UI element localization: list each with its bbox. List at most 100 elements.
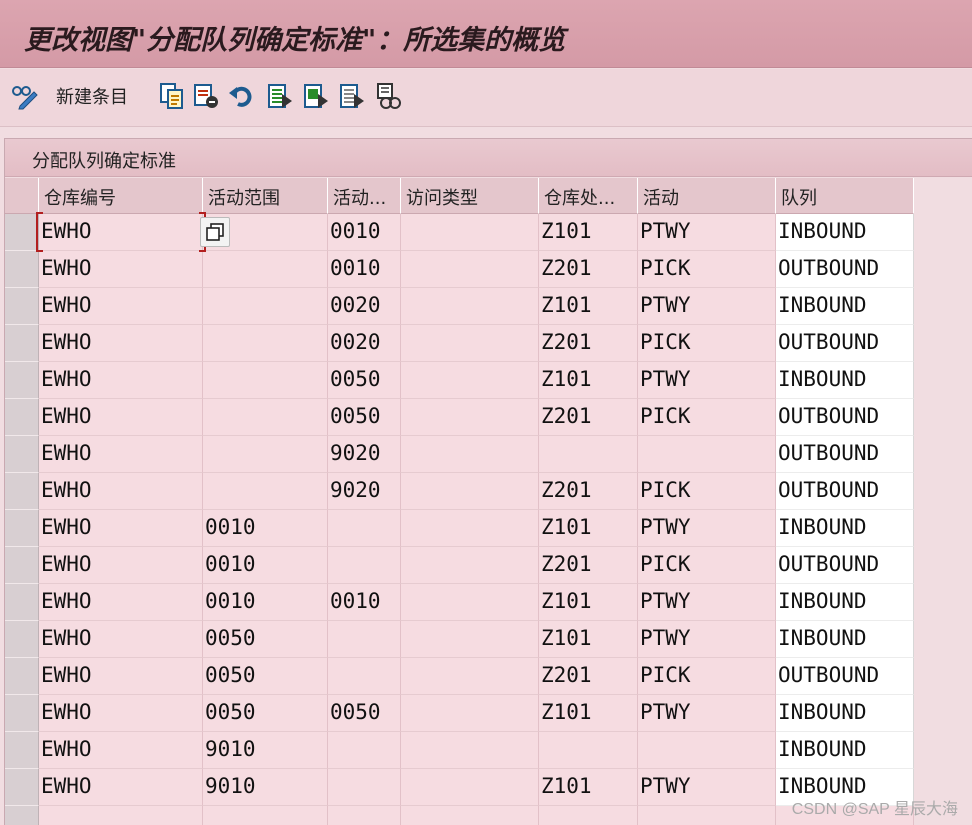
table-cell[interactable]: [401, 695, 539, 732]
table-cell[interactable]: [401, 621, 539, 658]
table-cell[interactable]: 0010: [328, 584, 401, 621]
row-selector[interactable]: [5, 325, 39, 362]
column-header[interactable]: 活动...: [328, 178, 401, 214]
table-cell[interactable]: EWHO: [39, 658, 203, 695]
table-cell[interactable]: [401, 584, 539, 621]
row-selector[interactable]: [5, 584, 39, 621]
table-cell[interactable]: 0010: [203, 547, 328, 584]
table-cell[interactable]: Z201: [539, 547, 638, 584]
table-cell[interactable]: [539, 806, 638, 825]
table-cell[interactable]: Z201: [539, 473, 638, 510]
table-cell[interactable]: EWHO: [39, 621, 203, 658]
table-cell[interactable]: [328, 806, 401, 825]
table-cell[interactable]: INBOUND: [776, 362, 914, 399]
table-cell[interactable]: Z101: [539, 584, 638, 621]
new-entries-button[interactable]: 新建条目: [56, 81, 128, 111]
table-cell[interactable]: EWHO: [39, 399, 203, 436]
table-cell[interactable]: PICK: [638, 547, 776, 584]
row-selector[interactable]: [5, 769, 39, 806]
table-cell[interactable]: PICK: [638, 399, 776, 436]
table-cell[interactable]: INBOUND: [776, 621, 914, 658]
table-cell[interactable]: [328, 621, 401, 658]
table-cell[interactable]: 0010: [203, 584, 328, 621]
select-all-rows-corner[interactable]: [5, 178, 39, 214]
copy-as-button[interactable]: [158, 81, 186, 111]
deselect-all-button[interactable]: [338, 81, 366, 111]
table-cell[interactable]: [328, 769, 401, 806]
table-cell[interactable]: [328, 510, 401, 547]
table-cell[interactable]: PICK: [638, 325, 776, 362]
table-cell[interactable]: [401, 769, 539, 806]
table-cell[interactable]: EWHO: [39, 362, 203, 399]
table-cell[interactable]: [203, 473, 328, 510]
table-cell[interactable]: INBOUND: [776, 732, 914, 769]
table-cell[interactable]: [401, 288, 539, 325]
table-cell[interactable]: 0050: [328, 399, 401, 436]
table-cell[interactable]: [39, 806, 203, 825]
select-all-button[interactable]: [266, 81, 294, 111]
table-cell[interactable]: 9020: [328, 473, 401, 510]
table-cell[interactable]: PICK: [638, 251, 776, 288]
table-cell[interactable]: [401, 214, 539, 251]
table-cell[interactable]: Z201: [539, 251, 638, 288]
table-cell[interactable]: 0010: [203, 510, 328, 547]
table-cell[interactable]: OUTBOUND: [776, 399, 914, 436]
table-cell[interactable]: 0050: [203, 621, 328, 658]
table-cell[interactable]: 0020: [328, 288, 401, 325]
table-cell[interactable]: [328, 732, 401, 769]
table-cell[interactable]: INBOUND: [776, 695, 914, 732]
table-cell[interactable]: [539, 436, 638, 473]
table-cell[interactable]: [539, 732, 638, 769]
row-selector[interactable]: [5, 399, 39, 436]
table-cell[interactable]: Z101: [539, 214, 638, 251]
table-cell[interactable]: INBOUND: [776, 584, 914, 621]
table-cell[interactable]: PTWY: [638, 695, 776, 732]
table-cell[interactable]: Z101: [539, 362, 638, 399]
column-header[interactable]: 访问类型: [401, 178, 539, 214]
table-cell[interactable]: [401, 473, 539, 510]
table-cell[interactable]: Z201: [539, 658, 638, 695]
table-cell[interactable]: [328, 658, 401, 695]
row-selector[interactable]: [5, 695, 39, 732]
table-cell[interactable]: PTWY: [638, 510, 776, 547]
row-selector[interactable]: [5, 436, 39, 473]
table-cell[interactable]: EWHO: [39, 436, 203, 473]
table-cell[interactable]: [203, 399, 328, 436]
column-header[interactable]: 活动范围: [203, 178, 328, 214]
table-cell[interactable]: EWHO: [39, 325, 203, 362]
table-cell[interactable]: [401, 510, 539, 547]
table-cell[interactable]: 0050: [203, 695, 328, 732]
table-cell[interactable]: [401, 362, 539, 399]
column-header[interactable]: 活动: [638, 178, 776, 214]
table-cell[interactable]: OUTBOUND: [776, 325, 914, 362]
table-cell[interactable]: OUTBOUND: [776, 473, 914, 510]
column-header[interactable]: 仓库编号: [39, 178, 203, 214]
table-cell[interactable]: [401, 806, 539, 825]
row-selector[interactable]: [5, 547, 39, 584]
table-cell[interactable]: [203, 362, 328, 399]
table-cell[interactable]: PTWY: [638, 362, 776, 399]
table-cell[interactable]: [401, 732, 539, 769]
select-block-button[interactable]: [302, 81, 330, 111]
table-cell[interactable]: EWHO: [39, 288, 203, 325]
table-cell[interactable]: OUTBOUND: [776, 251, 914, 288]
table-cell[interactable]: 0050: [328, 362, 401, 399]
table-cell[interactable]: EWHO: [39, 214, 203, 251]
table-cell[interactable]: [203, 288, 328, 325]
table-cell[interactable]: [203, 806, 328, 825]
column-header[interactable]: 队列: [776, 178, 914, 214]
table-cell[interactable]: PTWY: [638, 584, 776, 621]
table-cell[interactable]: OUTBOUND: [776, 658, 914, 695]
table-cell[interactable]: [203, 251, 328, 288]
table-cell[interactable]: 0020: [328, 325, 401, 362]
table-cell[interactable]: EWHO: [39, 547, 203, 584]
table-cell[interactable]: 0050: [203, 658, 328, 695]
table-cell[interactable]: [638, 806, 776, 825]
table-cell[interactable]: INBOUND: [776, 288, 914, 325]
row-selector[interactable]: [5, 732, 39, 769]
table-cell[interactable]: 9010: [203, 732, 328, 769]
table-cell[interactable]: [401, 399, 539, 436]
delete-button[interactable]: [192, 81, 220, 111]
table-cell[interactable]: [328, 547, 401, 584]
table-cell[interactable]: Z201: [539, 399, 638, 436]
